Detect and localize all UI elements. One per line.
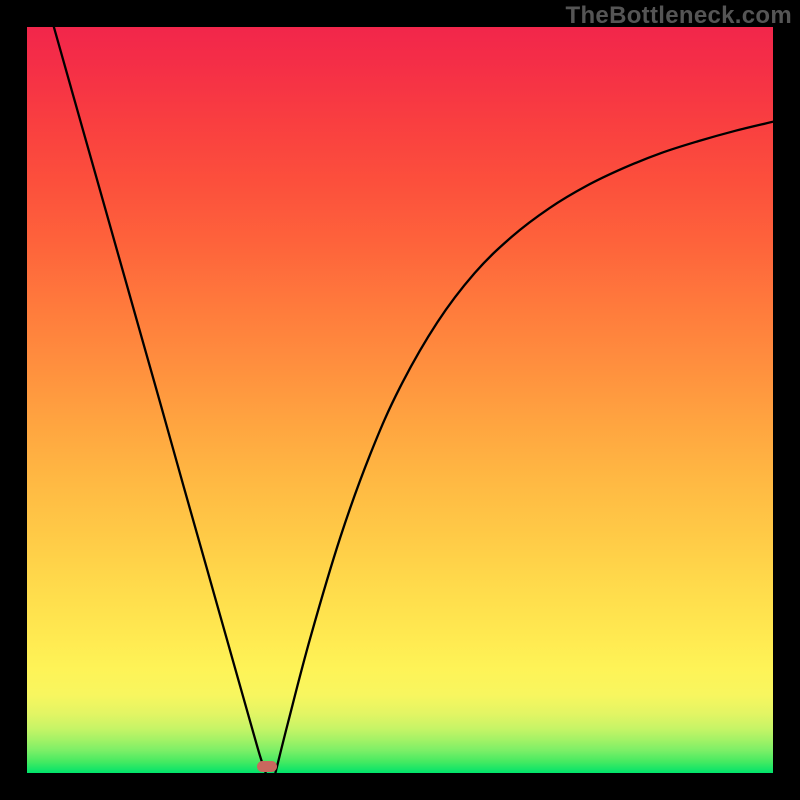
chart-frame: TheBottleneck.com [0, 0, 800, 800]
watermark-text: TheBottleneck.com [566, 2, 792, 30]
curve-right-branch [275, 122, 773, 773]
plot-area [27, 27, 773, 773]
curve-svg [27, 27, 773, 773]
curve-left-branch [54, 27, 266, 773]
minimum-marker [257, 761, 277, 772]
